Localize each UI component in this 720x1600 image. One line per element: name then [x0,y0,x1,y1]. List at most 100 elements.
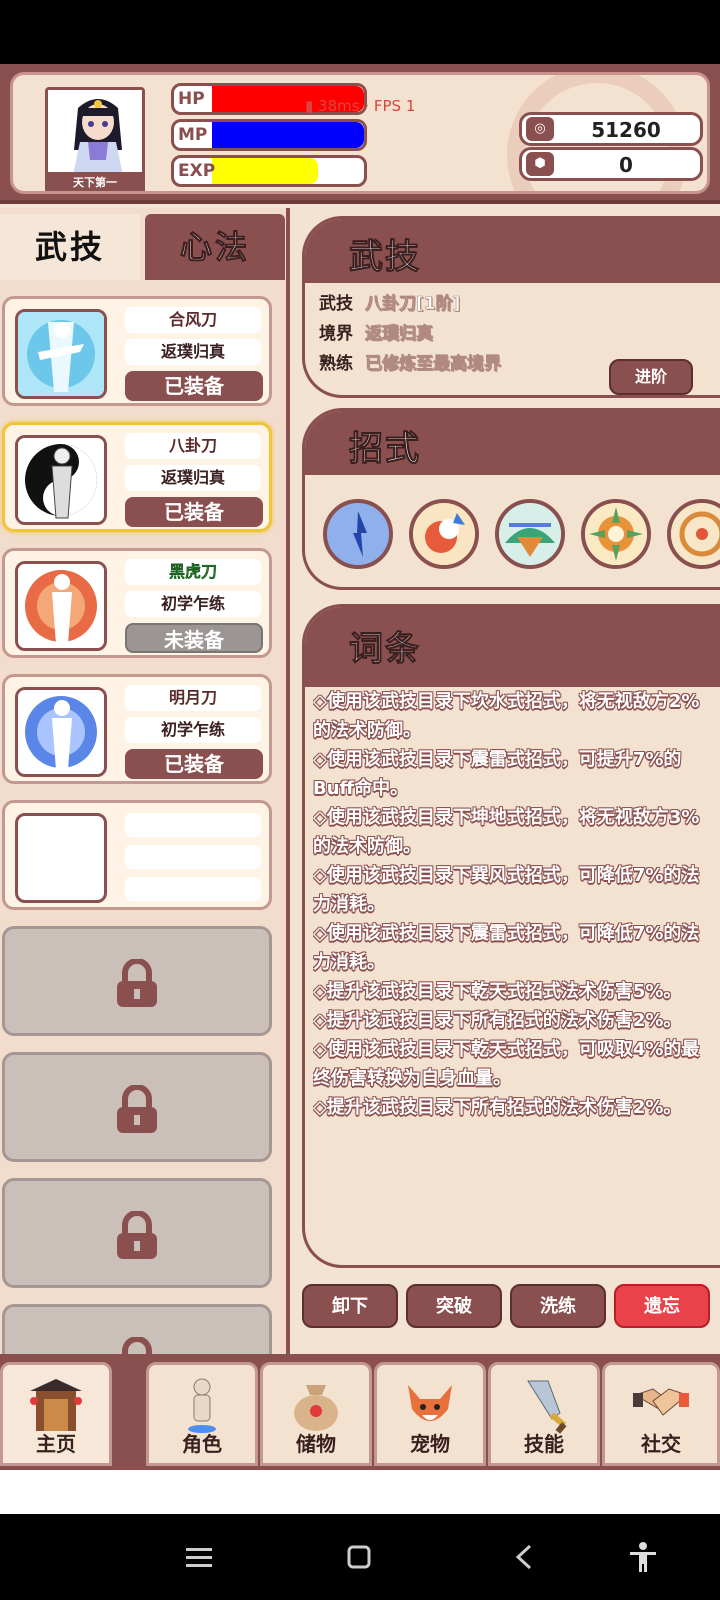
section-title: 词条 [349,629,421,670]
detail-key: 境界 [319,324,353,344]
skill-realm: 返璞归真 [125,339,261,365]
skill-bright-moon-blade-icon [15,687,107,777]
accessibility-icon[interactable] [626,1540,660,1574]
moves-section: 招式 [302,408,720,590]
detail-realm-row: 境界 返璞归真 [319,319,434,345]
skill-card-selected[interactable]: 八卦刀 返璞归真 已装备 [2,422,272,532]
nav-label: 宠物 [410,1432,450,1456]
breakthrough-button[interactable]: 突破 [406,1284,502,1328]
game-screen: 天下第一 HP MP EXP ▮ 38ms · FPS 1 ◎ 51260 ⬢ … [0,64,720,1470]
hp-label: HP [178,89,205,109]
detail-skill-row: 武技 八卦刀[1阶] [319,289,461,315]
move-earth-icon[interactable] [495,499,565,569]
lock-icon [117,1085,157,1133]
entry-item: ◇使用该武技目录下巽风式招式，可降低7%的法力消耗。 [313,865,700,915]
avatar-portrait-icon [48,90,142,180]
move-heaven-icon[interactable] [667,499,720,569]
forget-button[interactable]: 遗忘 [614,1284,710,1328]
gem-amount: 0 [619,153,633,177]
entry-item: ◇提升该武技目录下所有招式的法术伤害2%。 [313,1097,682,1118]
skill-card[interactable]: 明月刀 初学乍练 已装备 [2,674,272,784]
status-bar [0,0,720,64]
section-header: 招式 [305,411,720,475]
header-panel: 天下第一 HP MP EXP ▮ 38ms · FPS 1 ◎ 51260 ⬢ … [10,72,710,194]
gem-icon: ⬢ [526,152,554,176]
exp-bar: EXP [171,155,367,187]
locked-skill-slot[interactable] [2,1052,272,1162]
skill-list-panel: 武技 心法 合风刀 返璞归真 已装备 八卦刀 返璞归真 已装备 黑虎刀 初学乍练… [0,208,290,1388]
advance-button[interactable]: 进阶 [609,359,693,395]
player-header: 天下第一 HP MP EXP ▮ 38ms · FPS 1 ◎ 51260 ⬢ … [0,64,720,204]
nav-skills[interactable]: 技能 [488,1362,600,1466]
entry-item: ◇提升该武技目录下乾天式招式法术伤害5%。 [313,981,682,1002]
nav-character[interactable]: 角色 [146,1362,258,1466]
empty-slot-frame [15,813,107,903]
detail-value: 返璞归真 [365,324,434,345]
avatar[interactable]: 天下第一 [45,87,145,191]
empty-line [125,845,261,869]
unload-button[interactable]: 卸下 [302,1284,398,1328]
nav-social[interactable]: 社交 [602,1362,720,1466]
tab-inner-arts[interactable]: 心法 [145,214,285,280]
move-wind-icon[interactable] [581,499,651,569]
skill-bagua-blade-icon [15,435,107,525]
system-gap [0,1470,720,1514]
detail-value: 已修炼至最高境界 [365,354,502,375]
menu-icon[interactable] [182,1540,216,1574]
system-navigation-bar [0,1514,720,1600]
empty-line [125,813,261,837]
empty-line [125,877,261,901]
move-thunder-icon[interactable] [409,499,479,569]
move-water-icon[interactable] [323,499,393,569]
section-header: 武技 [305,219,720,283]
equip-status-button[interactable]: 已装备 [125,749,263,779]
skill-name: 明月刀 [125,685,261,711]
skill-realm: 初学乍练 [125,717,261,743]
entry-item: ◇使用该武技目录下坤地式招式，将无视敌方3%的法术防御。 [313,807,700,857]
section-header: 词条 [305,607,720,687]
handshake-icon [633,1388,689,1416]
signal-icon: ▮ [305,97,314,115]
coin-counter[interactable]: ◎ 51260 [519,112,703,146]
tab-martial-skills[interactable]: 武技 [0,214,140,280]
lock-icon [117,959,157,1007]
gem-counter[interactable]: ⬢ 0 [519,147,703,181]
entry-item: ◇使用该武技目录下乾天式招式，可吸取4%的最终伤害转换为自身血量。 [313,1039,700,1089]
skill-name: 合风刀 [125,307,261,333]
skill-card[interactable]: 黑虎刀 初学乍练 未装备 [2,548,272,658]
back-icon[interactable] [508,1540,542,1574]
home-square-icon[interactable] [342,1540,376,1574]
entry-item: ◇使用该武技目录下震雷式招式，可降低7%的法力消耗。 [313,923,700,973]
entries-section: 词条 ◇使用该武技目录下坎水式招式，将无视敌方2%的法术防御。 ◇使用该武技目录… [302,604,720,1268]
empty-skill-slot[interactable] [2,800,272,910]
nav-home[interactable]: 主页 [0,1362,112,1466]
detail-value: 八卦刀[1阶] [365,294,461,315]
detail-key: 武技 [319,294,353,314]
sword-icon [527,1380,567,1434]
nav-label: 主页 [36,1432,76,1456]
coin-amount: 51260 [591,118,661,142]
entry-item: ◇使用该武技目录下坎水式招式，将无视敌方2%的法术防御。 [313,691,700,741]
bottom-navigation: 主页 角色 储物 宠物 技能 社交 [0,1354,720,1470]
exp-fill [212,158,318,184]
skill-black-tiger-blade-icon [15,561,107,651]
locked-skill-slot[interactable] [2,1178,272,1288]
skill-realm: 返璞归真 [125,465,261,491]
nav-label: 储物 [296,1432,336,1456]
section-title: 招式 [349,429,421,470]
avatar-title: 天下第一 [48,172,142,191]
detail-key: 熟练 [319,354,353,374]
locked-skill-slot[interactable] [2,926,272,1036]
equip-status-button[interactable]: 已装备 [125,497,263,527]
entries-list[interactable]: ◇使用该武技目录下坎水式招式，将无视敌方2%的法术防御。 ◇使用该武技目录下震雷… [313,687,715,1237]
nav-storage[interactable]: 储物 [260,1362,372,1466]
exp-label: EXP [178,161,216,181]
mp-fill [212,122,364,148]
skill-card[interactable]: 合风刀 返璞归真 已装备 [2,296,272,406]
section-title: 武技 [349,237,421,278]
refine-button[interactable]: 洗练 [510,1284,606,1328]
nav-pets[interactable]: 宠物 [374,1362,486,1466]
equip-status-button[interactable]: 未装备 [125,623,263,653]
mp-bar: MP [171,119,367,151]
equip-status-button[interactable]: 已装备 [125,371,263,401]
